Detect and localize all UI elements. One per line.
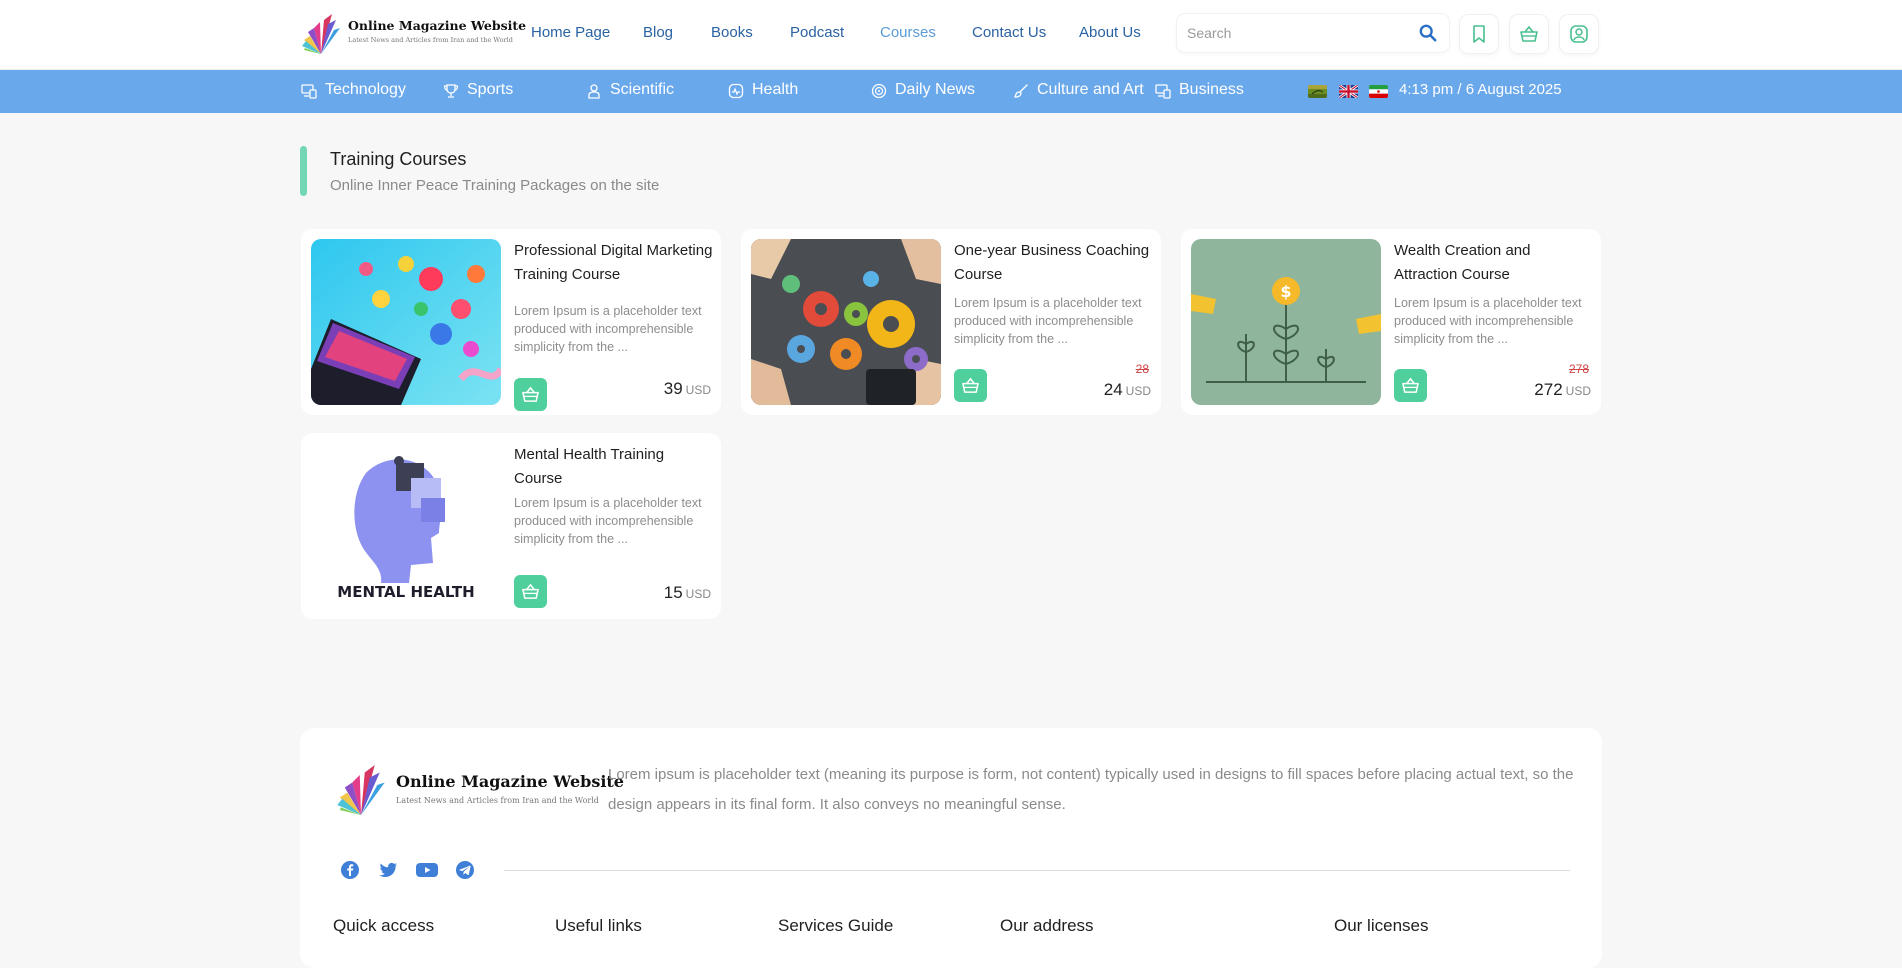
section-subtitle: Online Inner Peace Training Packages on … — [330, 177, 660, 194]
add-to-cart-button[interactable] — [1394, 369, 1427, 402]
add-to-cart-button[interactable] — [514, 575, 547, 608]
bookmark-icon — [1473, 25, 1485, 43]
health-icon — [728, 83, 744, 99]
brush-icon — [1013, 84, 1028, 98]
trophy-icon — [443, 84, 459, 98]
flag-uk-icon[interactable] — [1339, 85, 1358, 98]
course-title[interactable]: One-year Business Coaching Course — [954, 239, 1154, 287]
footer-site-subtitle: Latest News and Articles from Iran and t… — [396, 796, 599, 805]
basket-button[interactable] — [1510, 15, 1548, 53]
course-card[interactable]: Professional Digital Marketing Training … — [301, 229, 721, 415]
svg-text:MENTAL HEALTH: MENTAL HEALTH — [337, 583, 474, 601]
course-description: Lorem Ipsum is a placeholder text produc… — [514, 304, 702, 354]
site-subtitle: Latest News and Articles from Iran and t… — [348, 36, 513, 44]
business-icon — [1155, 84, 1171, 99]
category-label: Health — [752, 81, 799, 98]
news-icon — [871, 83, 887, 99]
site-footer: Online Magazine Website Latest News and … — [300, 728, 1602, 968]
category-label: Daily News — [895, 81, 976, 98]
add-to-cart-button[interactable] — [954, 369, 987, 402]
nav-home-page[interactable]: Home Page — [531, 24, 610, 41]
search-icon[interactable] — [1419, 24, 1437, 42]
course-title[interactable]: Wealth Creation and Attraction Course — [1394, 239, 1594, 287]
footer-description: Lorem ipsum is placeholder text (meaning… — [608, 766, 1574, 813]
nav-blog[interactable]: Blog — [643, 24, 673, 41]
footer-column-quick-access: Quick access — [333, 916, 435, 935]
nav-contact-us[interactable]: Contact Us — [972, 24, 1046, 41]
basket-icon — [1520, 25, 1538, 42]
category-label: Business — [1179, 81, 1244, 98]
course-price: 39 USD — [663, 379, 711, 398]
course-description: Lorem Ipsum is a placeholder text produc… — [514, 496, 702, 546]
user-icon — [1570, 25, 1588, 43]
course-image-mental-health[interactable]: MENTAL HEALTH — [311, 443, 501, 609]
search-box — [1177, 14, 1449, 52]
flag-afghanistan-icon[interactable] — [1308, 85, 1327, 98]
footer-column-useful-links: Useful links — [555, 916, 642, 935]
section-header: Training Courses Online Inner Peace Trai… — [300, 146, 800, 198]
site-title: Online Magazine Website — [348, 18, 527, 33]
category-label: Scientific — [610, 81, 675, 98]
user-account-button[interactable] — [1560, 15, 1598, 53]
basket-icon — [1402, 377, 1419, 393]
youtube-icon[interactable] — [415, 860, 439, 880]
book-logo-icon — [337, 765, 385, 815]
nav-about-us[interactable]: About Us — [1079, 24, 1141, 41]
footer-column-our-licenses: Our licenses — [1334, 916, 1429, 935]
nav-podcast[interactable]: Podcast — [790, 24, 844, 41]
course-card[interactable]: MENTAL HEALTH Mental Health Training Cou… — [301, 433, 721, 619]
current-datetime: 4:13 pm / 6 August 2025 — [1399, 81, 1562, 98]
course-card[interactable]: $ Wealth Creation and Attraction Course … — [1181, 229, 1601, 415]
devices-icon — [301, 84, 317, 99]
course-price: 24 USD — [1103, 380, 1151, 399]
search-input[interactable] — [1187, 22, 1407, 44]
basket-icon — [962, 377, 979, 393]
course-image-digital-marketing[interactable] — [311, 239, 501, 405]
course-card[interactable]: One-year Business Coaching Course Lorem … — [741, 229, 1161, 415]
course-title[interactable]: Mental Health Training Course — [514, 443, 714, 491]
section-accent-bar — [300, 146, 307, 196]
footer-logo[interactable]: Online Magazine Website Latest News and … — [334, 760, 624, 820]
twitter-icon[interactable] — [378, 860, 398, 880]
category-label: Sports — [467, 81, 514, 98]
add-to-cart-button[interactable] — [514, 378, 547, 411]
footer-column-our-address: Our address — [1000, 916, 1094, 935]
nav-books[interactable]: Books — [711, 24, 753, 41]
course-title[interactable]: Professional Digital Marketing Training … — [514, 239, 714, 287]
site-logo[interactable]: Online Magazine Website Latest News and … — [300, 10, 526, 58]
bookmark-button[interactable] — [1460, 15, 1498, 53]
facebook-icon[interactable] — [340, 860, 360, 880]
course-image-wealth-creation[interactable]: $ — [1191, 239, 1381, 405]
course-old-price: 278 — [1568, 362, 1589, 376]
section-title: Training Courses — [330, 149, 467, 169]
basket-icon — [522, 386, 539, 402]
basket-icon — [522, 583, 539, 599]
course-description: Lorem Ipsum is a placeholder text produc… — [954, 296, 1142, 346]
category-label: Technology — [325, 81, 406, 98]
category-label: Culture and Art — [1037, 81, 1144, 98]
svg-text:$: $ — [1280, 282, 1291, 301]
footer-column-services-guide: Services Guide — [778, 916, 894, 935]
scientist-icon — [588, 84, 600, 99]
course-price: 15 USD — [663, 583, 711, 602]
telegram-icon[interactable] — [455, 860, 475, 880]
course-image-business-coaching[interactable] — [751, 239, 941, 405]
course-old-price: 28 — [1135, 362, 1149, 376]
footer-site-title: Online Magazine Website — [396, 772, 624, 791]
nav-courses[interactable]: Courses — [880, 24, 936, 41]
footer-divider — [504, 870, 1570, 871]
top-header: Online Magazine Website Latest News and … — [0, 0, 1902, 70]
course-price: 272 USD — [1534, 380, 1591, 399]
flag-iran-icon[interactable] — [1369, 85, 1388, 98]
book-logo-icon — [302, 14, 340, 54]
course-description: Lorem Ipsum is a placeholder text produc… — [1394, 296, 1582, 346]
